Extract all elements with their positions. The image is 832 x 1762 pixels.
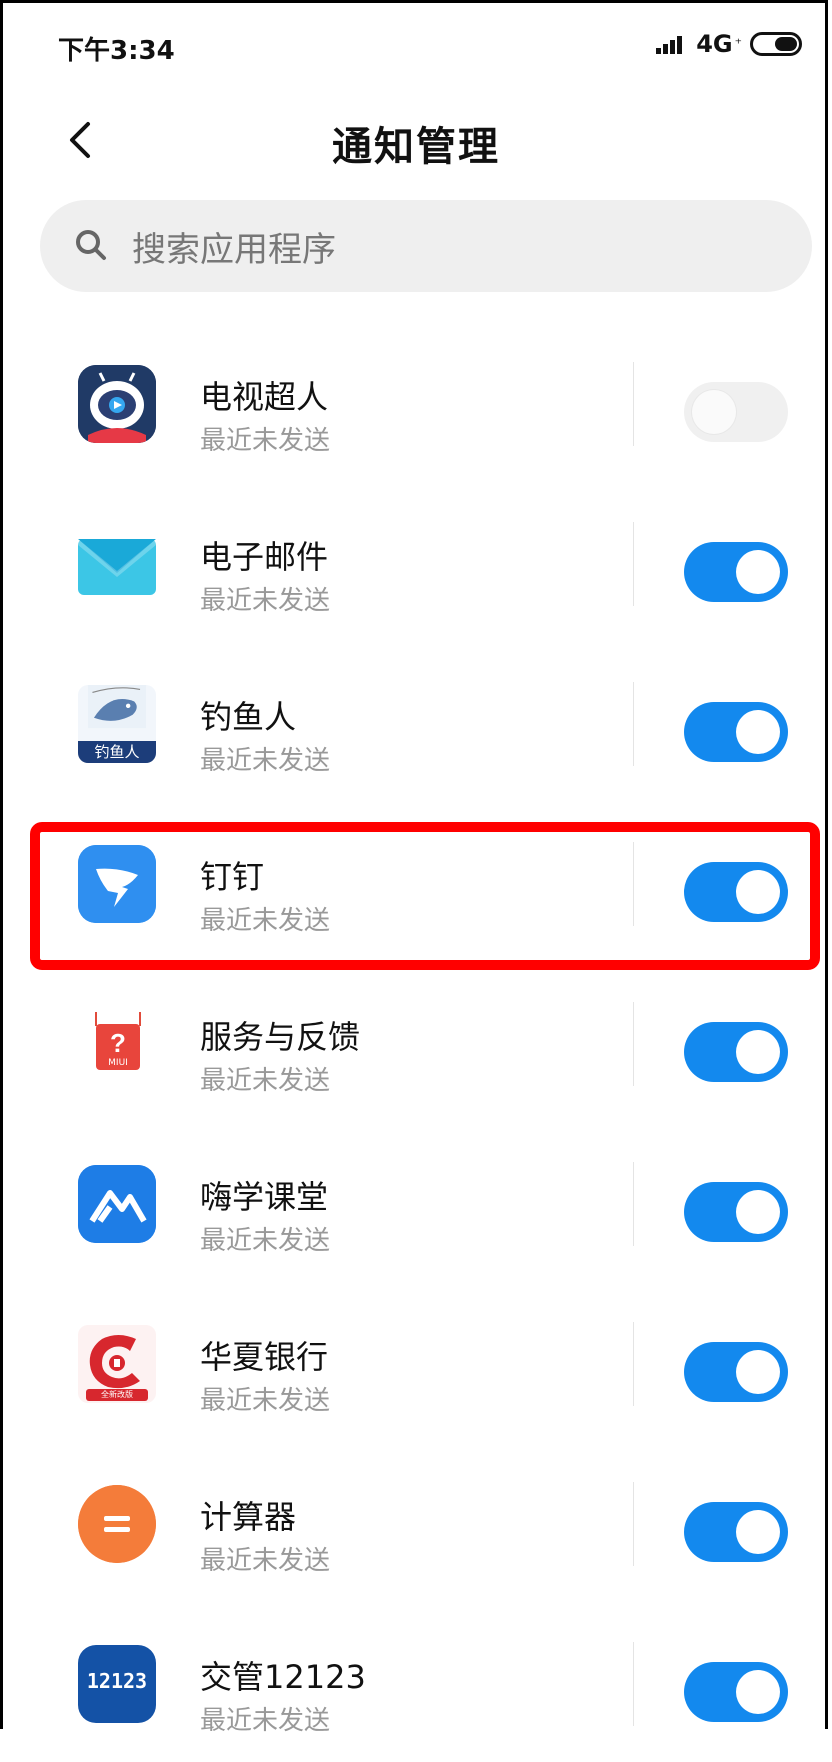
highlight-box	[30, 822, 820, 970]
signal-icon	[656, 34, 688, 54]
divider	[633, 362, 634, 446]
network-label: 4G	[696, 30, 733, 58]
app-status: 最近未发送	[200, 426, 331, 456]
divider	[633, 1162, 634, 1246]
list-item[interactable]: 计算器 最近未发送	[0, 1440, 832, 1602]
divider	[633, 522, 634, 606]
app-name: 电视超人	[200, 378, 329, 416]
list-item[interactable]: ? MIUI 服务与反馈 最近未发送	[0, 960, 832, 1122]
tv-superman-app-icon	[78, 365, 156, 443]
toggle-knob	[736, 1350, 780, 1394]
status-bar: 下午3:34 4G ⁺	[0, 0, 832, 90]
status-time: 下午3:34	[58, 36, 175, 66]
fisherman-icon-label: 钓鱼人	[78, 741, 156, 763]
notification-toggle[interactable]	[684, 1502, 788, 1562]
app-name: 服务与反馈	[200, 1018, 361, 1056]
app-status: 最近未发送	[200, 1706, 331, 1736]
list-item[interactable]: 全新改版 华夏银行 最近未发送	[0, 1280, 832, 1442]
app-name: 嗨学课堂	[200, 1178, 329, 1216]
app-status: 最近未发送	[200, 1226, 331, 1256]
email-app-icon	[78, 525, 156, 603]
list-item[interactable]: 电视超人 最近未发送	[0, 320, 832, 482]
battery-icon	[750, 32, 802, 56]
search-icon	[76, 230, 106, 260]
app-status: 最近未发送	[200, 1066, 331, 1096]
app-status: 最近未发送	[200, 1386, 331, 1416]
app-status: 最近未发送	[200, 1546, 331, 1576]
divider	[633, 682, 634, 766]
notification-toggle[interactable]	[684, 1662, 788, 1722]
toggle-knob	[736, 1030, 780, 1074]
notification-toggle[interactable]	[684, 382, 788, 442]
notification-toggle[interactable]	[684, 1342, 788, 1402]
notification-toggle[interactable]	[684, 702, 788, 762]
page-title: 通知管理	[332, 124, 500, 170]
list-item[interactable]: 嗨学课堂 最近未发送	[0, 1120, 832, 1282]
search-input[interactable]: 搜索应用程序	[40, 200, 812, 292]
toggle-knob	[736, 1510, 780, 1554]
list-item[interactable]: 钓鱼人 钓鱼人 最近未发送	[0, 640, 832, 802]
toggle-knob	[736, 710, 780, 754]
notification-toggle[interactable]	[684, 1022, 788, 1082]
haixue-app-icon	[78, 1165, 156, 1243]
divider	[633, 1322, 634, 1406]
app-name: 电子邮件	[200, 538, 329, 576]
header: 通知管理	[0, 90, 832, 190]
calculator-app-icon	[78, 1485, 156, 1563]
fisherman-app-icon: 钓鱼人	[78, 685, 156, 763]
toggle-knob	[692, 390, 736, 434]
notification-toggle[interactable]	[684, 1182, 788, 1242]
miui-label: MIUI	[108, 1058, 128, 1068]
huaxia-bank-app-icon: 全新改版	[78, 1325, 156, 1403]
svg-text:?: ?	[110, 1028, 126, 1058]
huaxia-icon-label: 全新改版	[101, 1390, 133, 1399]
toggle-knob	[736, 1190, 780, 1234]
divider	[633, 1482, 634, 1566]
app-name: 交管12123	[200, 1658, 366, 1696]
service-feedback-app-icon: ? MIUI	[90, 1010, 146, 1080]
app-status: 最近未发送	[200, 746, 331, 776]
search-placeholder: 搜索应用程序	[132, 229, 336, 270]
jiaoguan-icon-label: 12123	[86, 1669, 148, 1693]
divider	[633, 1002, 634, 1086]
divider	[633, 1642, 634, 1726]
app-name: 钓鱼人	[200, 698, 297, 736]
list-item[interactable]: 电子邮件 最近未发送	[0, 480, 832, 642]
app-name: 计算器	[200, 1498, 297, 1536]
app-name: 华夏银行	[200, 1338, 329, 1376]
toggle-knob	[736, 1670, 780, 1714]
jiaoguan-12123-app-icon: 12123	[78, 1645, 156, 1723]
status-icons: 4G ⁺	[656, 30, 802, 58]
list-item[interactable]: 12123 交管12123 最近未发送	[0, 1600, 832, 1762]
toggle-knob	[736, 550, 780, 594]
network-activity: ⁺	[734, 36, 742, 52]
app-status: 最近未发送	[200, 586, 331, 616]
notification-toggle[interactable]	[684, 542, 788, 602]
